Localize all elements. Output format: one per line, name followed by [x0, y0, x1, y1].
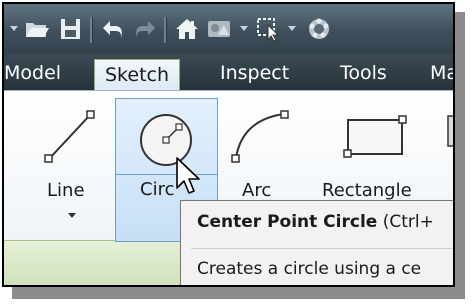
- chevron-down-icon[interactable]: [288, 26, 296, 31]
- arc-tool-label: Arc: [242, 180, 272, 201]
- circle-tool-label: Circ: [140, 179, 175, 200]
- save-icon[interactable]: [58, 17, 84, 41]
- tab-manage[interactable]: Ma: [430, 58, 453, 88]
- chevron-down-icon[interactable]: [10, 26, 18, 31]
- undo-icon[interactable]: [100, 17, 126, 41]
- next-tool-icon[interactable]: [444, 104, 453, 154]
- app-window: Model Sketch Inspect Tools Ma Line Circ: [2, 2, 455, 287]
- line-tool[interactable]: Line: [32, 100, 102, 230]
- chevron-down-icon[interactable]: [240, 26, 248, 31]
- line-icon: [44, 110, 95, 163]
- chevron-down-icon[interactable]: [68, 213, 76, 218]
- redo-icon[interactable]: [132, 17, 158, 41]
- toolbar-separator: [164, 17, 167, 43]
- tooltip-command-name: Center Point Circle: [197, 212, 378, 232]
- arc-icon: [231, 110, 289, 163]
- appearance-icon[interactable]: [206, 17, 232, 41]
- rectangle-tool[interactable]: Rectangle: [320, 100, 440, 210]
- toolbar-separator: [90, 17, 93, 43]
- tooltip: Center Point Circle (Ctrl+ Creates a cir…: [180, 200, 453, 285]
- home-icon[interactable]: [174, 17, 200, 41]
- tooltip-shortcut: (Ctrl+: [377, 212, 434, 232]
- tab-inspect[interactable]: Inspect: [220, 58, 289, 88]
- tooltip-title: Center Point Circle (Ctrl+: [197, 212, 434, 232]
- materials-icon[interactable]: [306, 17, 332, 41]
- tooltip-divider: [191, 248, 453, 249]
- open-icon[interactable]: [24, 17, 50, 41]
- tooltip-description: Creates a circle using a ce: [197, 259, 422, 279]
- line-tool-label: Line: [47, 180, 85, 201]
- mouse-cursor-icon: [176, 157, 200, 194]
- ribbon-tab-bar: Model Sketch Inspect Tools Ma: [4, 54, 453, 92]
- quick-access-toolbar: [4, 4, 453, 54]
- arc-tool[interactable]: Arc: [224, 100, 304, 210]
- tab-sketch[interactable]: Sketch: [94, 59, 181, 92]
- select-icon[interactable]: [256, 17, 282, 42]
- tab-tools[interactable]: Tools: [340, 58, 387, 88]
- tab-model[interactable]: Model: [4, 58, 61, 88]
- rectangle-tool-label: Rectangle: [322, 180, 412, 201]
- rectangle-icon: [343, 115, 407, 158]
